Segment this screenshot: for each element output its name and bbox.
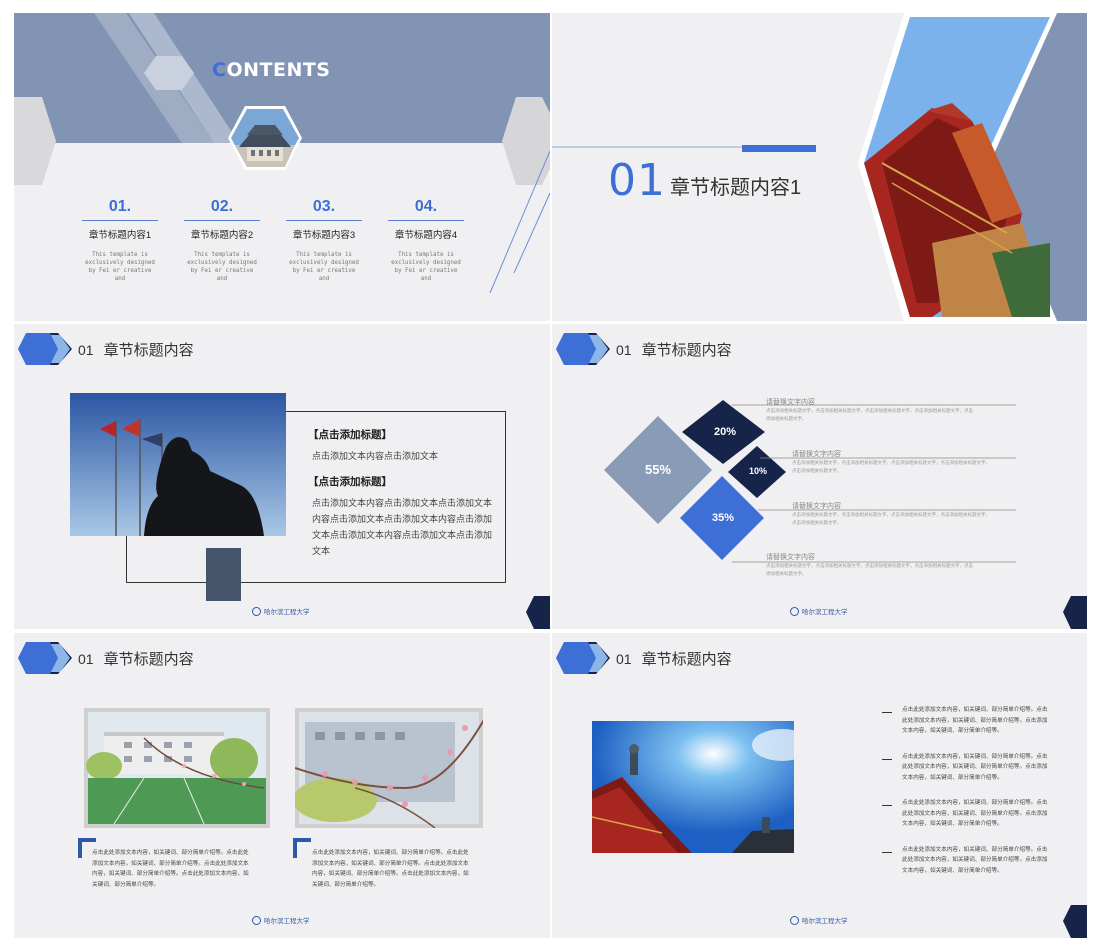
item-title: 章节标题内容3 <box>292 230 356 241</box>
item-number: 04. <box>388 198 464 221</box>
contents-item-1[interactable]: 01. 章节标题内容1 This template is exclusively… <box>82 198 158 283</box>
logo-emblem-icon <box>252 915 261 925</box>
section-header: 01 章节标题内容 <box>616 648 732 669</box>
section-hexagon-icon <box>556 642 610 674</box>
section-header: 01 章节标题内容 <box>616 339 732 360</box>
logo-emblem-icon <box>790 606 799 616</box>
item-number: 01. <box>82 198 158 221</box>
section-header: 01 章节标题内容 <box>78 339 194 360</box>
section-number: 01 <box>78 651 94 667</box>
university-logo: 哈尔滨工程大学 <box>252 606 310 616</box>
chapter-title: 章节标题内容1 <box>670 177 802 199</box>
photo-caption-1: 点击此处添加文本内容，如关键词、部分简单介绍等。点击此处添加文本内容，如关键词、… <box>92 850 249 888</box>
building-photo-hexagon <box>228 106 302 170</box>
section-number: 01 <box>616 651 632 667</box>
bullet-item-3: 点击此处添加文本内容，如关键词、部分简单介绍等。点击此处添加文本内容，如关键词、… <box>882 798 1052 830</box>
photo-caption-2: 点击此处添加文本内容，如关键词、部分简单介绍等。点击此处添加文本内容，如关键词、… <box>312 850 469 888</box>
bullet-list: 点击此处添加文本内容，如关键词、部分简单介绍等。点击此处添加文本内容，如关键词、… <box>882 705 1052 876</box>
text-heading-1: 【点击添加标题】 <box>308 429 392 441</box>
bullet-dash-icon <box>882 758 892 760</box>
university-logo: 哈尔滨工程大学 <box>252 915 310 925</box>
section-title: 章节标题内容 <box>641 342 732 359</box>
bullet-dash-icon <box>882 851 892 853</box>
diamond-label-35: 35% <box>712 512 735 524</box>
text-body-1: 点击添加文本内容点击添加文本 <box>312 451 439 461</box>
logo-emblem-icon <box>790 915 799 925</box>
contents-item-2[interactable]: 02. 章节标题内容2 This template is exclusively… <box>184 198 260 283</box>
blossom-photo <box>295 708 483 828</box>
slide-diamond-chart[interactable]: 01 章节标题内容 55% 20% 10% 35% 请替换文字内容 点击添加相关… <box>552 324 1087 629</box>
bullet-item-2: 点击此处添加文本内容，如关键词、部分简单介绍等。点击此处添加文本内容，如关键词、… <box>882 752 1052 784</box>
section-title: 章节标题内容 <box>641 651 732 668</box>
section-hexagon-icon <box>556 333 610 365</box>
slide-two-photos[interactable]: 01 章节标题内容 点击此处添加文本内容，如关键词、部分简单介绍等。点击此处添加… <box>14 633 550 938</box>
section-header: 01 章节标题内容 <box>78 648 194 669</box>
point-4: 请替换文字内容 点击添加相关标题文字，点击添加相关标题文字，点击添加相关标题文字… <box>766 554 973 576</box>
diamond-label-55: 55% <box>645 462 672 477</box>
caption-bracket-icon <box>293 838 311 858</box>
corner-hexagon-icon <box>526 596 550 629</box>
contents-item-3[interactable]: 03. 章节标题内容3 This template is exclusively… <box>286 198 362 283</box>
item-title: 章节标题内容1 <box>88 230 152 241</box>
university-logo: 哈尔滨工程大学 <box>790 606 848 616</box>
item-desc: This template is exclusively designed by… <box>85 252 155 282</box>
dark-accent-block <box>206 548 241 601</box>
point-1: 请替换文字内容 点击添加相关标题文字，点击添加相关标题文字，点击添加相关标题文字… <box>766 399 973 421</box>
section-hexagon-icon <box>18 333 72 365</box>
bullet-dash-icon <box>882 712 892 713</box>
slide-photo-list[interactable]: 01 章节标题内容 点击此处添加文本内容，如关键词、部分简单介绍等。点击此处添加… <box>552 633 1087 938</box>
item-title: 章节标题内容2 <box>190 230 254 241</box>
section-title: 章节标题内容 <box>103 651 194 668</box>
item-number: 02. <box>184 198 260 221</box>
chapter-number: 01 <box>608 155 666 206</box>
salute-photo <box>70 393 286 536</box>
bullet-item-1: 点击此处添加文本内容，如关键词、部分简单介绍等。点击此处添加文本内容，如关键词、… <box>882 705 1052 737</box>
section-number: 01 <box>616 342 632 358</box>
university-logo: 哈尔滨工程大学 <box>790 915 848 925</box>
section-title: 章节标题内容 <box>103 342 194 359</box>
item-desc: This template is exclusively designed by… <box>391 252 461 282</box>
section-number: 01 <box>78 342 94 358</box>
logo-emblem-icon <box>252 606 261 616</box>
contents-title: CONTENTS <box>212 59 331 81</box>
contents-item-4[interactable]: 04. 章节标题内容4 This template is exclusively… <box>388 198 464 283</box>
bullet-dash-icon <box>882 805 892 806</box>
text-heading-2: 【点击添加标题】 <box>308 476 392 488</box>
bullet-item-4: 点击此处添加文本内容，如关键词、部分简单介绍等。点击此处添加文本内容，如关键词、… <box>882 845 1052 877</box>
item-number: 03. <box>286 198 362 221</box>
text-content: 【点击添加标题】 点击添加文本内容点击添加文本 【点击添加标题】 点击添加文本内… <box>308 427 498 559</box>
corner-hexagon-icon <box>1063 905 1087 938</box>
section-hexagon-icon <box>18 642 72 674</box>
item-desc: This template is exclusively designed by… <box>289 252 359 282</box>
slide-photo-text[interactable]: 01 章节标题内容 【点击添加标题】 点击添加文本内容点击添加文本 【点击添加标… <box>14 324 550 629</box>
corner-hexagon-icon <box>1063 596 1087 629</box>
temple-sky-photo <box>592 721 794 853</box>
slide-contents[interactable]: CONTENTS 01. 章节标题内容1 This template is ex… <box>14 13 550 321</box>
item-title: 章节标题内容4 <box>394 230 458 241</box>
point-2: 请替换文字内容 点击添加相关标题文字，点击添加相关标题文字，点击添加相关标题文字… <box>792 451 990 473</box>
slide-chapter-title[interactable]: 01 章节标题内容1 <box>552 13 1087 321</box>
campus-photo <box>84 708 270 828</box>
item-desc: This template is exclusively designed by… <box>187 252 257 282</box>
point-3: 请替换文字内容 点击添加相关标题文字，点击添加相关标题文字，点击添加相关标题文字… <box>792 503 990 525</box>
text-body-2: 点击添加文本内容点击添加文本点击添加文本内容点击添加文本点击添加文本内容点击添加… <box>312 498 493 556</box>
